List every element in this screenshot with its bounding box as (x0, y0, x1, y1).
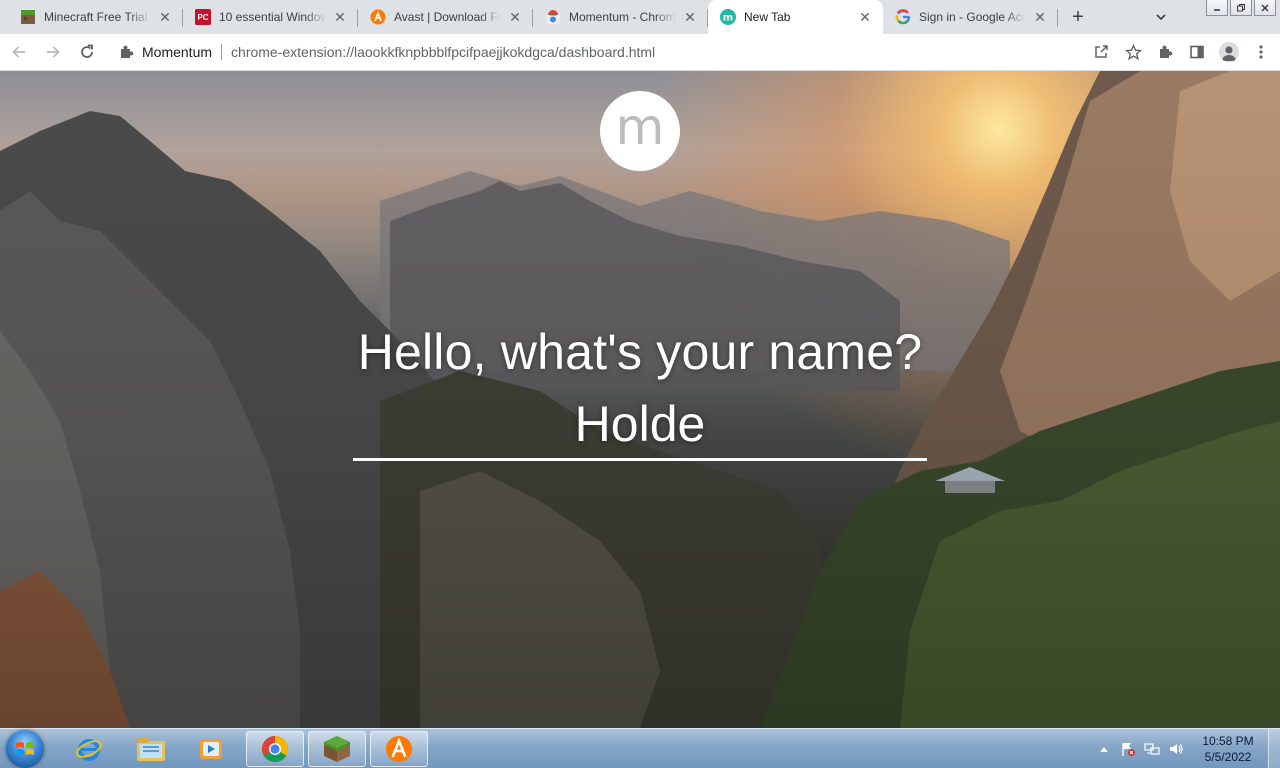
site-origin-label: Momentum (142, 44, 213, 60)
file-explorer-icon (137, 738, 165, 761)
tab-title: New Tab (744, 10, 791, 24)
tab-minecraft[interactable]: Minecraft Free Trial | Minecraft ✕ (8, 0, 183, 34)
restore-button[interactable] (1230, 0, 1252, 16)
taskbar-internet-explorer[interactable] (60, 731, 118, 767)
momentum-logo: m (600, 91, 680, 171)
tab-search-icon[interactable] (1150, 6, 1172, 28)
screen: Minecraft Free Trial | Minecraft ✕ PC 10… (0, 0, 1280, 768)
windows-taskbar: 10:58 PM 5/5/2022 (0, 728, 1280, 768)
minecraft-block-icon (20, 9, 36, 25)
address-bar[interactable]: Momentum chrome-extension://laookkfknpbb… (110, 38, 1070, 66)
forward-button[interactable] (38, 37, 68, 67)
profile-avatar-icon[interactable] (1216, 38, 1242, 66)
address-divider (221, 44, 223, 60)
avast-icon (370, 9, 386, 25)
close-window-button[interactable] (1254, 0, 1276, 16)
tab-title: Sign in - Google Accounts (919, 10, 1026, 24)
tab-windows-tools[interactable]: PC 10 essential Windows tools ✕ (183, 0, 358, 34)
taskbar-avast[interactable] (370, 731, 428, 767)
side-panel-icon[interactable] (1184, 38, 1210, 66)
taskbar-clock[interactable]: 10:58 PM 5/5/2022 (1196, 733, 1260, 765)
clock-date: 5/5/2022 (1204, 750, 1252, 764)
system-tray: 10:58 PM 5/5/2022 (1092, 729, 1280, 768)
bookmark-star-icon[interactable] (1120, 38, 1146, 66)
tab-title: Minecraft Free Trial | Minecraft (44, 10, 151, 24)
minimize-button[interactable] (1206, 0, 1228, 16)
minecraft-icon (324, 736, 350, 762)
tab-close-icon[interactable]: ✕ (507, 9, 523, 25)
chrome-web-store-icon (545, 9, 561, 25)
extension-icon (118, 44, 134, 60)
action-center-flag-icon[interactable] (1118, 739, 1138, 759)
tab-divider (1057, 9, 1058, 27)
network-icon[interactable] (1142, 739, 1162, 759)
window-controls (1206, 0, 1276, 16)
tab-title: Momentum - Chrome Web Store (569, 10, 676, 24)
tab-list: Minecraft Free Trial | Minecraft ✕ PC 10… (0, 0, 1058, 34)
tab-close-icon[interactable]: ✕ (857, 9, 873, 25)
toolbar-actions (1088, 38, 1274, 66)
chrome-icon (261, 735, 289, 763)
internet-explorer-icon (76, 739, 102, 761)
volume-icon[interactable] (1166, 739, 1186, 759)
tab-strip: Minecraft Free Trial | Minecraft ✕ PC 10… (0, 0, 1280, 34)
tab-close-icon[interactable]: ✕ (332, 9, 348, 25)
tab-close-icon[interactable]: ✕ (1032, 9, 1048, 25)
reload-button[interactable] (72, 37, 102, 67)
tab-close-icon[interactable]: ✕ (157, 9, 173, 25)
media-player-icon (200, 739, 222, 759)
browser-toolbar: Momentum chrome-extension://laookkfknpbb… (0, 34, 1280, 71)
avast-icon (386, 736, 412, 762)
show-desktop-button[interactable] (1268, 729, 1280, 768)
show-hidden-icons-icon[interactable] (1094, 739, 1114, 759)
clock-time: 10:58 PM (1202, 734, 1254, 748)
tab-new-tab[interactable]: m New Tab ✕ (708, 0, 883, 34)
momentum-dashboard: m Hello, what's your name? (0, 71, 1280, 728)
taskbar-chrome[interactable] (246, 731, 304, 767)
momentum-icon: m (720, 9, 736, 25)
taskbar-minecraft[interactable] (308, 731, 366, 767)
svg-text:m: m (723, 13, 733, 24)
tab-avast[interactable]: Avast | Download Free Antivirus ✕ (358, 0, 533, 34)
tab-title: 10 essential Windows tools (219, 10, 326, 24)
share-icon[interactable] (1088, 38, 1114, 66)
svg-text:PC: PC (197, 13, 208, 22)
extensions-puzzle-icon[interactable] (1152, 38, 1178, 66)
new-tab-button[interactable]: + (1064, 3, 1092, 31)
url-text[interactable]: chrome-extension://laookkfknpbbblfpcifpa… (231, 44, 655, 60)
start-button[interactable] (6, 730, 44, 768)
back-button[interactable] (4, 37, 34, 67)
name-input-underline (353, 389, 927, 461)
tab-momentum-store[interactable]: Momentum - Chrome Web Store ✕ (533, 0, 708, 34)
tab-google-signin[interactable]: Sign in - Google Accounts ✕ (883, 0, 1058, 34)
pc-gamer-icon: PC (195, 9, 211, 25)
tab-close-icon[interactable]: ✕ (682, 9, 698, 25)
google-icon (895, 9, 911, 25)
name-input[interactable] (353, 389, 927, 459)
tab-title: Avast | Download Free Antivirus (394, 10, 501, 24)
menu-kebab-icon[interactable] (1248, 38, 1274, 66)
taskbar-file-explorer[interactable] (122, 731, 180, 767)
name-prompt-heading: Hello, what's your name? (357, 324, 923, 380)
taskbar-media-player[interactable] (182, 731, 240, 767)
windows-logo-icon (16, 742, 34, 755)
